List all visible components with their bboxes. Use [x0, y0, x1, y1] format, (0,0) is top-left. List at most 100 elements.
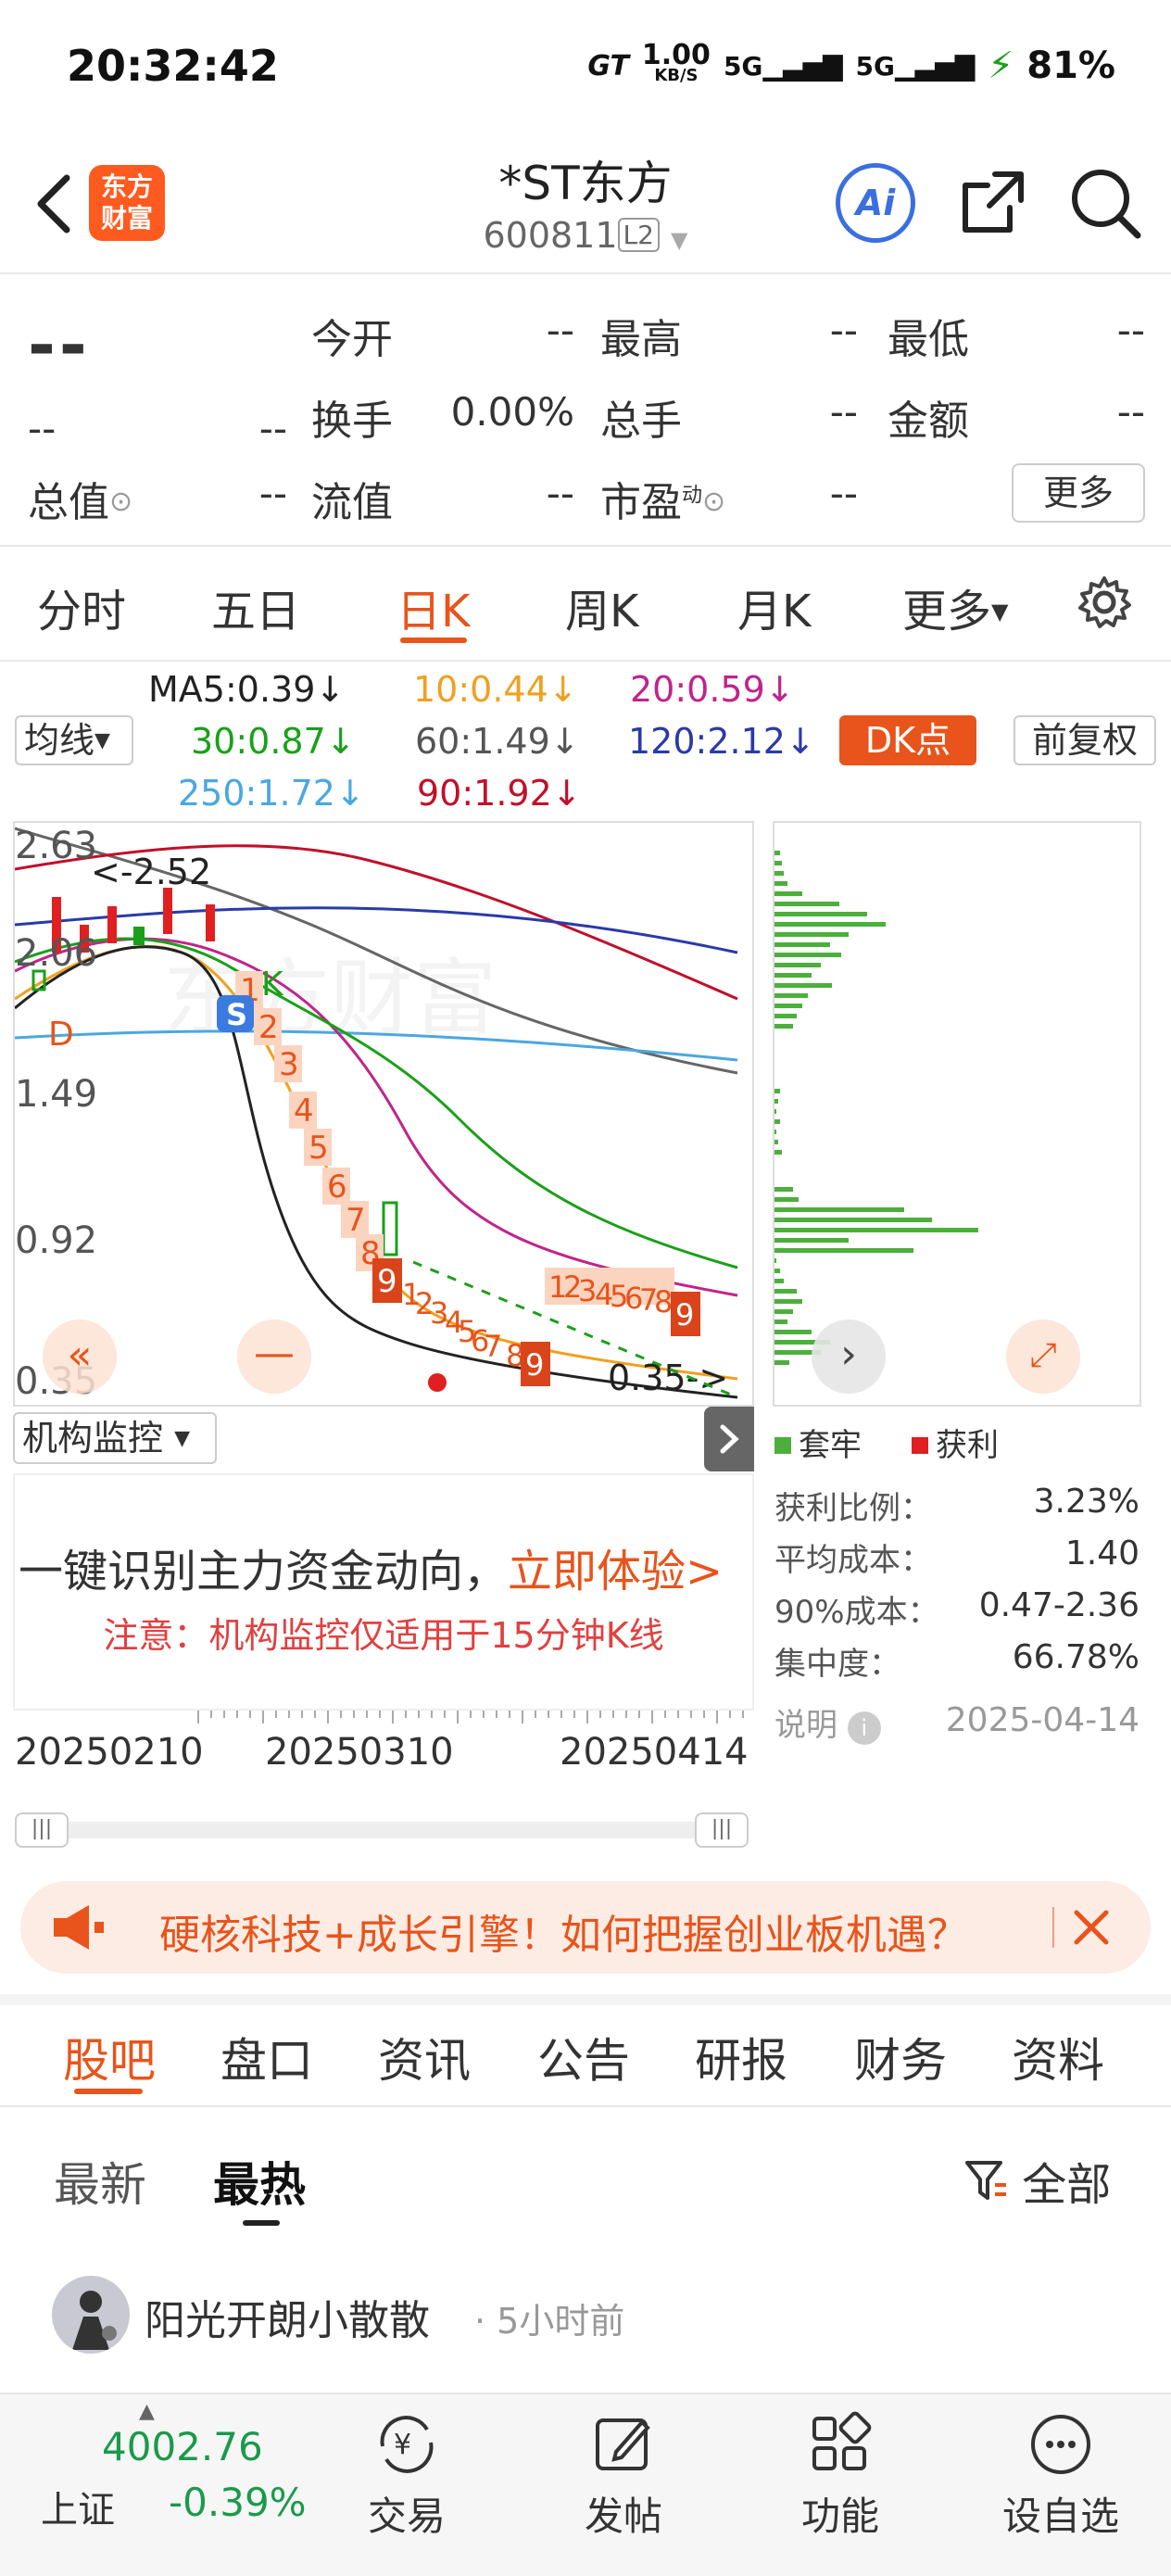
- section-gap: [0, 1994, 1171, 2005]
- info-icon[interactable]: ⊙: [702, 486, 725, 518]
- try-now-link[interactable]: 立即体验>: [508, 1546, 723, 1597]
- chip-bar: [774, 851, 780, 855]
- indicator-dropdown[interactable]: 均线▼: [15, 715, 133, 765]
- share-icon[interactable]: [958, 167, 1028, 237]
- chip-distribution-chart[interactable]: › ⤢: [773, 821, 1141, 1407]
- range-slider-right-handle[interactable]: |||: [695, 1812, 749, 1848]
- chip-bar: [774, 1130, 776, 1134]
- trade-icon: ¥: [380, 2416, 434, 2473]
- chip-bar: [774, 871, 784, 876]
- kline-svg: 东方财富 1 2 3 4 5 6 7 8 9 1234567 8 9 12345…: [15, 827, 738, 1399]
- ai-assistant-button[interactable]: Ai: [836, 163, 915, 243]
- expand-arrow-icon[interactable]: [704, 1407, 754, 1471]
- svg-text:9: 9: [525, 1347, 544, 1383]
- status-icons: GT 1.00 KB/S 5G▁▃▅▇ 5G▁▃▅▇ ⚡ 81%: [587, 42, 1115, 88]
- kline-chart[interactable]: 东方财富 1 2 3 4 5 6 7 8 9 1 2 3 4 5 6 7 8 9…: [13, 821, 754, 1407]
- more-button[interactable]: 更多: [1012, 463, 1145, 523]
- svg-text:9: 9: [377, 1263, 397, 1300]
- chip-bar: [774, 912, 867, 916]
- signal-d: D: [48, 1016, 74, 1054]
- chevron-right-icon[interactable]: ›: [812, 1320, 886, 1394]
- nav-trade[interactable]: ¥ 交易: [337, 2409, 476, 2542]
- gear-icon[interactable]: [1077, 575, 1132, 630]
- close-icon[interactable]: [1065, 1901, 1117, 1953]
- date-axis-ticks: [197, 1711, 744, 1724]
- institution-note: 注意：机构监控仅适用于15分钟K线: [103, 1615, 664, 1656]
- chip-bar: [774, 1207, 904, 1212]
- chip-bar: [774, 1258, 776, 1263]
- chip-bar: [774, 942, 830, 947]
- institution-monitor-dropdown[interactable]: 机构监控 ▼: [13, 1412, 217, 1464]
- subtab-hottest[interactable]: 最热: [213, 2148, 306, 2215]
- quote-value-turnover: 0.00%: [450, 389, 574, 435]
- tick-marks: [197, 1711, 744, 1724]
- total-value: --: [258, 471, 287, 516]
- tab-guba[interactable]: 股吧: [63, 2024, 156, 2090]
- tab-pankou[interactable]: 盘口: [220, 2024, 313, 2090]
- quote-label-open: 今开: [311, 316, 393, 363]
- chip-bar: [774, 963, 821, 967]
- chip-bar: [774, 1238, 849, 1243]
- tab-five-day[interactable]: 五日: [211, 575, 300, 639]
- info-icon[interactable]: ⊙: [109, 486, 132, 518]
- avatar[interactable]: [52, 2276, 130, 2354]
- tab-news[interactable]: 资讯: [378, 2024, 471, 2090]
- chip-bar: [774, 861, 782, 865]
- range-slider-track[interactable]: [19, 1822, 749, 1838]
- battery-level: 81%: [1026, 44, 1115, 87]
- quote-label-amount: 金额: [888, 398, 969, 445]
- dk-point-button[interactable]: DK点: [839, 715, 976, 765]
- range-slider-left-handle[interactable]: |||: [15, 1812, 69, 1848]
- filter-button[interactable]: 全部: [963, 2148, 1111, 2216]
- banner-text[interactable]: 硬核科技+成长引擎！如何把握创业板机遇？: [159, 1901, 968, 1961]
- float-value-label: 流值: [311, 479, 393, 526]
- tab-weekly-k[interactable]: 周K: [565, 575, 638, 639]
- last-price: --: [28, 306, 91, 384]
- chip-bar: [774, 932, 849, 937]
- svg-text:2: 2: [258, 1009, 279, 1046]
- zoom-out-icon[interactable]: —: [237, 1320, 311, 1394]
- active-subtab-indicator: [243, 2220, 280, 2226]
- tab-daily-k[interactable]: 日K: [397, 575, 470, 639]
- nav-functions[interactable]: 功能: [771, 2409, 910, 2542]
- tab-monthly-k[interactable]: 月K: [737, 575, 811, 639]
- active-tab-indicator: [74, 2089, 143, 2094]
- tab-profile[interactable]: 资料: [1012, 2024, 1104, 2090]
- stat-value: 66.78%: [1012, 1638, 1140, 1676]
- nav-post[interactable]: 发帖: [554, 2409, 693, 2542]
- tab-research[interactable]: 研报: [695, 2024, 787, 2090]
- expand-icon[interactable]: ⤢: [1006, 1320, 1080, 1394]
- chip-bars: [774, 851, 978, 1365]
- chip-bar: [774, 1004, 802, 1008]
- ma5-value: MA5:0.39↓: [148, 669, 346, 710]
- post-time: · 5小时前: [474, 2301, 625, 2342]
- grid-icon: [812, 2411, 872, 2470]
- nav-label: 设自选: [1001, 2494, 1119, 2539]
- quote-value-open: --: [546, 308, 574, 353]
- tab-more[interactable]: 更多▼: [902, 575, 1008, 639]
- active-tab-indicator: [400, 638, 467, 643]
- subtab-latest[interactable]: 最新: [54, 2148, 146, 2215]
- chip-bar: [774, 1269, 780, 1273]
- status-time: 20:32:42: [67, 41, 279, 91]
- adjust-button[interactable]: 前复权: [1014, 715, 1156, 765]
- tab-intraday[interactable]: 分时: [37, 575, 126, 639]
- svg-text:5: 5: [308, 1130, 329, 1167]
- chip-bar: [774, 1187, 793, 1192]
- search-icon[interactable]: [1065, 163, 1143, 241]
- tab-finance[interactable]: 财务: [854, 2024, 947, 2090]
- post-author[interactable]: 阳光开朗小散散: [145, 2287, 430, 2346]
- tab-announcement[interactable]: 公告: [537, 2024, 630, 2090]
- caret-down-icon: ▼: [174, 1427, 191, 1450]
- banner-divider: [1052, 1907, 1054, 1948]
- nav-watchlist[interactable]: 设自选: [991, 2409, 1130, 2542]
- note-link[interactable]: 说明 i: [774, 1699, 881, 1745]
- svg-text:4: 4: [294, 1092, 314, 1130]
- scroll-left-icon[interactable]: «: [43, 1320, 117, 1394]
- more-dots-icon: [1031, 2415, 1090, 2474]
- change-amount: --: [28, 406, 57, 451]
- quote-value-amount: --: [1116, 389, 1145, 435]
- quote-value-high: --: [829, 308, 858, 353]
- y-tick: 1.49: [15, 1073, 98, 1116]
- index-value[interactable]: 4002.76: [102, 2424, 263, 2469]
